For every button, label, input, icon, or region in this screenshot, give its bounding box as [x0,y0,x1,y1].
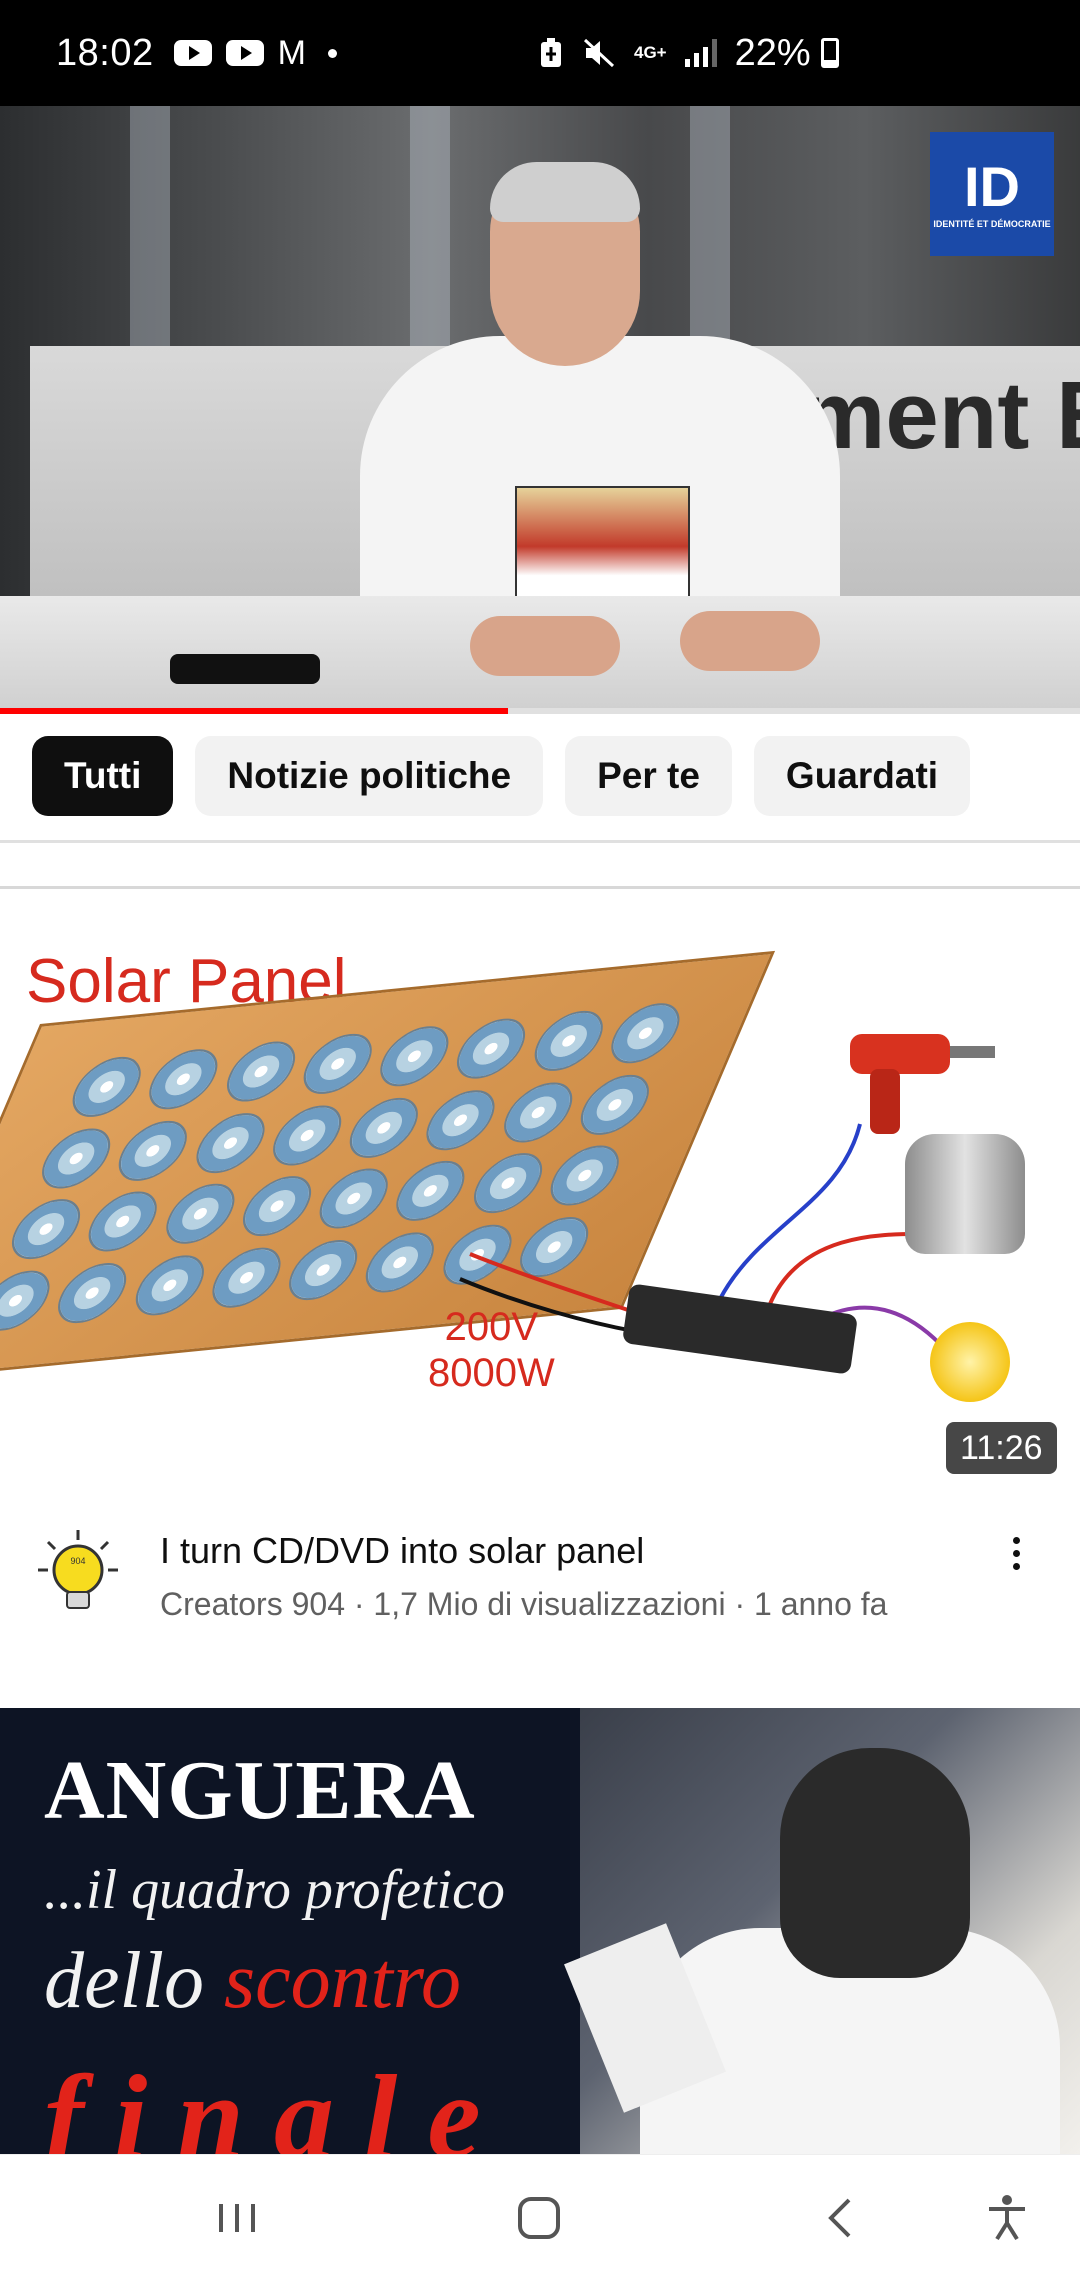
battery-icon [820,38,839,68]
video-thumbnail[interactable]: ANGUERA ...il quadro profetico dello sco… [0,1708,1080,2154]
more-options-icon[interactable] [998,1530,1034,1576]
studio-panel-text: ment E [800,362,1080,469]
thumbnail-title: ANGUERA [44,1744,476,1837]
divider [0,840,1080,843]
wattage-text: 8000W [428,1351,555,1395]
mute-icon [583,38,615,68]
gmail-icon: M [277,34,306,72]
logo-subtitle: IDENTITÉ ET DÉMOCRATIE [933,219,1051,229]
recent-apps-icon[interactable] [202,2183,272,2253]
channel-logo: ID IDENTITÉ ET DÉMOCRATIE [930,132,1054,256]
network-type-label: 4G+ [634,43,667,62]
presenter-hand [470,616,620,676]
drill-icon [850,1034,995,1134]
thumbnail-line4: finale [44,2050,511,2154]
thumbnail-line3-white: dello [44,1937,204,2025]
signal-icon [684,39,717,67]
status-time: 18:02 [56,31,154,74]
thumbnail-line3-red: scontro [223,1937,461,2025]
playback-progress-fill [0,708,508,714]
presenter-hand [680,611,820,671]
video-thumbnail[interactable]: Solar Panel 200V 8000W [0,904,1080,1480]
chip-notizie-politiche[interactable]: Notizie politiche [195,736,544,816]
thumbnail-line3: dello scontro [44,1936,461,2027]
video-subtitle: Creators 904 · 1,7 Mio di visualizzazion… [160,1586,888,1622]
thumbnail-person-head [780,1748,970,1978]
channel-avatar[interactable]: 904 [34,1528,122,1616]
back-icon[interactable] [806,2183,876,2253]
phone-on-desk [170,654,320,684]
accessibility-icon[interactable] [972,2183,1042,2253]
home-icon[interactable] [504,2183,574,2253]
filter-chips: Tutti Notizie politiche Per te Guardati [32,736,971,816]
system-nav-bar [0,2154,1080,2280]
divider [0,886,1080,889]
chip-guardati[interactable]: Guardati [753,736,971,816]
battery-percent: 22% [734,31,811,74]
video-duration: 11:26 [946,1422,1057,1474]
youtube-icon [173,40,212,66]
lightbulb-icon [930,1322,1010,1402]
chip-tutti[interactable]: Tutti [32,736,174,816]
battery-saver-icon [541,38,561,67]
chip-per-te[interactable]: Per te [565,736,732,816]
lightbulb-icon: 904 [38,1530,118,1609]
video-player[interactable]: ment E ID IDENTITÉ ET DÉMOCRATIE [0,106,1080,714]
avatar-text: 904 [70,1556,85,1566]
video-meta[interactable]: 904 I turn CD/DVD into solar panel Creat… [0,1510,1080,1650]
youtube-icon [225,40,264,66]
video-title[interactable]: I turn CD/DVD into solar panel [160,1530,644,1572]
status-bar: 18:02 M 4G+ 22% [0,0,1080,106]
presenter-hair [490,162,640,222]
thumbnail-subtitle: ...il quadro profetico [44,1859,505,1921]
rice-cooker-icon [905,1134,1025,1254]
dot-icon [327,48,337,58]
playback-progress-bar[interactable] [0,708,1080,714]
power-label: 200V 8000W [428,1304,555,1396]
voltage-text: 200V [444,1305,539,1349]
logo-mark: ID [964,155,1020,218]
